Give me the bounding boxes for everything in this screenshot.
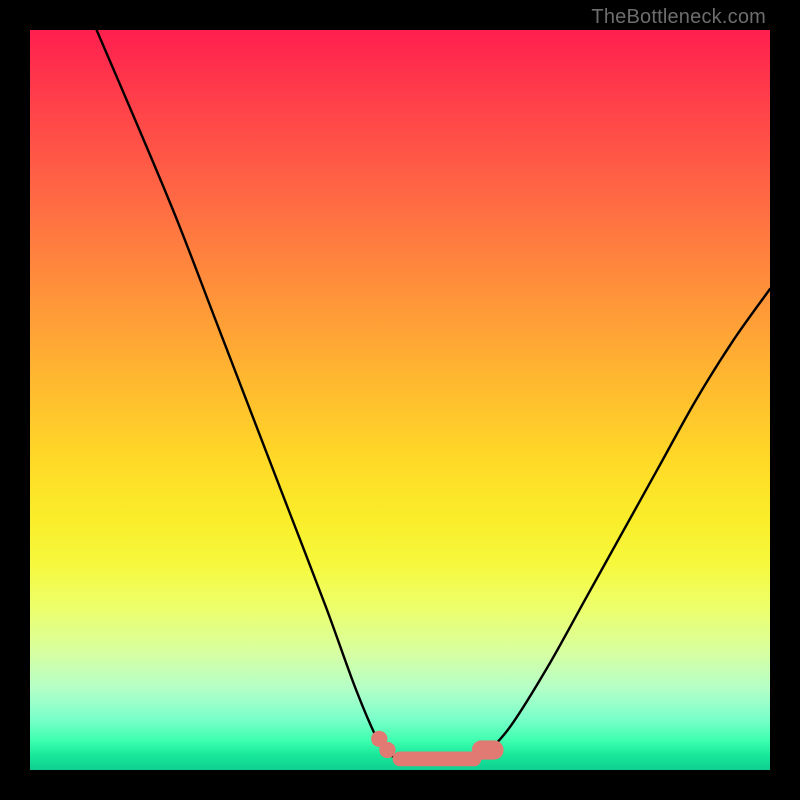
plateau-bar — [393, 752, 482, 767]
chart-frame: TheBottleneck.com — [0, 0, 800, 800]
attribution-text: TheBottleneck.com — [591, 6, 766, 29]
marker-group — [371, 731, 503, 767]
left-dot-2 — [379, 742, 395, 758]
curve-layer — [30, 30, 770, 770]
curve-group — [97, 30, 770, 760]
plot-area — [30, 30, 770, 770]
right-blob — [472, 740, 504, 759]
bottleneck-curve — [97, 30, 770, 760]
